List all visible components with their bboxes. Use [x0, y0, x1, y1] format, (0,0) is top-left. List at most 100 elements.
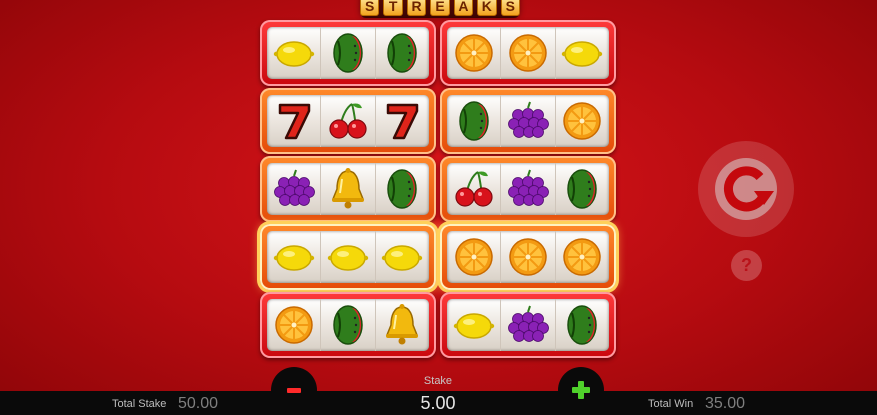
watermelon-icon — [380, 31, 424, 75]
reel-symbol — [556, 95, 609, 147]
reel-symbol — [501, 163, 556, 215]
reel-symbol — [447, 163, 502, 215]
reel-symbol — [321, 27, 376, 79]
reel-window — [447, 299, 609, 351]
title-letter: K — [477, 0, 497, 16]
reel-window — [447, 95, 609, 147]
reel-symbol — [501, 231, 556, 283]
orange-icon — [452, 31, 496, 75]
reel-window — [267, 95, 429, 147]
help-icon: ? — [741, 255, 752, 275]
watermelon-icon — [380, 167, 424, 211]
orange-icon — [560, 235, 604, 279]
reel-symbol — [321, 95, 376, 147]
orange-icon — [506, 31, 550, 75]
reel-symbol — [556, 231, 609, 283]
reel-symbol — [447, 231, 502, 283]
title-letter: A — [453, 0, 474, 16]
lemon-icon — [452, 303, 496, 347]
title-letter: E — [430, 0, 450, 16]
lemon-icon — [326, 235, 370, 279]
title-letter: T — [383, 0, 403, 16]
slot-machine-5 — [260, 156, 436, 222]
reel-symbol — [321, 231, 376, 283]
grapes-icon — [506, 303, 550, 347]
slot-machine-3 — [260, 88, 436, 154]
reel-symbol — [267, 95, 322, 147]
seven-icon — [272, 99, 316, 143]
cherry-icon — [452, 167, 496, 211]
reel-symbol — [501, 27, 556, 79]
slot-machine-7 — [260, 224, 436, 290]
reel-symbol — [556, 299, 609, 351]
reel-window — [267, 299, 429, 351]
reel-symbol — [501, 95, 556, 147]
reel-symbol — [376, 231, 429, 283]
orange-icon — [272, 303, 316, 347]
reel-window — [447, 163, 609, 215]
grapes-icon — [272, 167, 316, 211]
reel-symbol — [267, 299, 322, 351]
lemon-icon — [272, 31, 316, 75]
spin-button[interactable] — [698, 141, 794, 237]
lemon-icon — [272, 235, 316, 279]
total-stake-value: 50.00 — [178, 395, 219, 412]
reel-symbol — [447, 95, 502, 147]
lemon-icon — [560, 31, 604, 75]
grapes-icon — [506, 167, 550, 211]
total-stake-label: Total Stake — [112, 398, 167, 410]
reel-window — [447, 231, 609, 283]
stake-value: 5.00 — [420, 393, 456, 413]
slot-machine-8 — [440, 224, 616, 290]
reel-symbol — [447, 299, 502, 351]
orange-icon — [506, 235, 550, 279]
grapes-icon — [506, 99, 550, 143]
slot-machine-10 — [440, 292, 616, 358]
watermelon-icon — [560, 303, 604, 347]
minus-icon — [287, 387, 301, 393]
slot-machine-6 — [440, 156, 616, 222]
reel-symbol — [321, 299, 376, 351]
increase-stake-button[interactable] — [558, 367, 604, 413]
reel-symbol — [447, 27, 502, 79]
lemon-icon — [380, 235, 424, 279]
reel-window — [267, 27, 429, 79]
reel-symbol — [556, 27, 609, 79]
help-button[interactable]: ? — [731, 250, 762, 281]
slot-machine-9 — [260, 292, 436, 358]
reel-window — [267, 231, 429, 283]
slot-machine-4 — [440, 88, 616, 154]
title-letter: R — [406, 0, 427, 16]
bell-icon — [380, 303, 424, 347]
stake-label: Stake — [423, 375, 453, 387]
total-win-value: 35.00 — [705, 395, 746, 412]
reel-symbol — [376, 163, 429, 215]
game-title-banner: S T R E A K S — [360, 0, 520, 18]
reel-symbol — [556, 163, 609, 215]
reel-window — [447, 27, 609, 79]
total-win-label: Total Win — [648, 398, 694, 410]
watermelon-icon — [326, 303, 370, 347]
plus-icon — [572, 381, 590, 399]
reel-symbol — [321, 163, 376, 215]
orange-icon — [452, 235, 496, 279]
seven-icon — [380, 99, 424, 143]
reel-symbol — [376, 95, 429, 147]
cherry-icon — [326, 99, 370, 143]
spin-icon — [715, 158, 777, 220]
reel-symbol — [501, 299, 556, 351]
slot-machine-1 — [260, 20, 436, 86]
reel-symbol — [376, 299, 429, 351]
watermelon-icon — [326, 31, 370, 75]
watermelon-icon — [560, 167, 604, 211]
watermelon-icon — [452, 99, 496, 143]
title-letter: S — [500, 0, 520, 16]
reel-symbol — [376, 27, 429, 79]
slot-machine-2 — [440, 20, 616, 86]
title-letter: S — [360, 0, 380, 16]
reel-window — [267, 163, 429, 215]
reel-symbol — [267, 163, 322, 215]
reel-symbol — [267, 231, 322, 283]
decrease-stake-button[interactable] — [271, 367, 317, 413]
bell-icon — [326, 167, 370, 211]
